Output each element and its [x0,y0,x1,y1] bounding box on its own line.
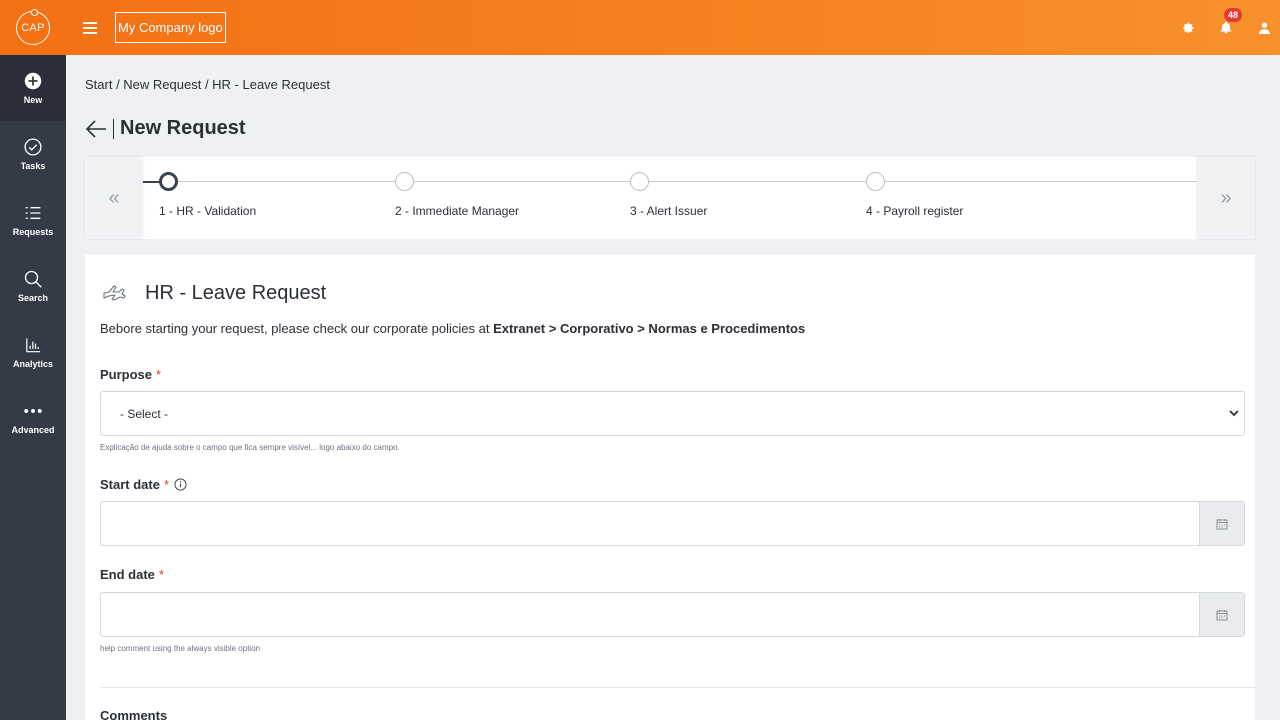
end-date-calendar-button[interactable] [1199,593,1244,636]
sidebar-item-label: Analytics [12,359,54,369]
stepper: « 1 - HR - Validation 2 - Immediate Mana… [85,157,1255,239]
brand-text: CAP [21,21,45,34]
purpose-select[interactable]: - Select - [100,391,1245,436]
list-icon [23,203,43,223]
info-icon[interactable] [174,478,187,491]
form-title: HR - Leave Request [145,281,327,304]
stepper-track [143,181,1197,182]
gear-icon[interactable] [1180,20,1196,36]
sidebar-item-label: Search [17,293,49,303]
end-date-field[interactable] [100,592,1245,637]
required-mark: * [156,367,162,382]
sidebar-item-search[interactable]: Search [0,253,66,319]
step-2[interactable]: 2 - Immediate Manager [395,172,519,218]
sidebar-item-label: Advanced [11,425,55,435]
sidebar-item-analytics[interactable]: Analytics [0,319,66,385]
main-content: Start / New Request / HR - Leave Request… [66,55,1280,720]
step-label: 1 - HR - Validation [159,204,257,218]
step-label: 4 - Payroll register [866,204,964,218]
comments-label-text: Comments [100,708,168,720]
brand-circle: CAP [16,8,50,45]
purpose-help: Explicação de ajuda sobre o campo que fi… [100,443,400,452]
sidebar-item-requests[interactable]: Requests [0,187,66,253]
step-1[interactable]: 1 - HR - Validation [159,172,256,218]
search-icon [23,269,43,289]
policy-text: Bebore starting your request, please che… [100,321,805,336]
user-icon[interactable] [1256,20,1272,36]
title-separator [113,118,114,139]
end-date-label-text: End date [100,567,155,582]
airplane-icon [101,279,129,307]
stepper-next-button[interactable]: » [1197,157,1255,239]
purpose-label: Purpose * [100,367,161,382]
sidebar-item-label: Tasks [20,161,46,171]
check-circle-icon [23,137,43,157]
step-3[interactable]: 3 - Alert Issuer [630,172,707,218]
stepper-prev-button[interactable]: « [85,157,143,239]
notification-badge: 48 [1224,7,1243,22]
menu-icon[interactable] [83,21,97,34]
calendar-icon [1216,518,1228,529]
breadcrumb[interactable]: Start / New Request / HR - Leave Request [85,77,330,92]
bell-icon[interactable]: 48 [1218,7,1243,36]
chevron-down-icon [1229,410,1239,417]
page-title: New Request [120,117,246,139]
step-dot [866,172,885,191]
start-date-label-text: Start date [100,477,160,492]
end-date-help: help comment using the always visible op… [100,644,261,653]
required-mark: * [163,477,170,492]
back-arrow-icon[interactable] [85,119,107,139]
comments-label: Comments [100,708,167,720]
more-dots-icon [23,401,43,421]
company-logo[interactable]: My Company logo [115,12,226,43]
purpose-selected-value: - Select - [120,406,169,421]
section-divider [100,687,1255,688]
sidebar-item-advanced[interactable]: Advanced [0,385,66,451]
sidebar-item-new[interactable]: New [0,55,66,121]
top-right-actions: 48 [1180,7,1280,36]
chart-icon [23,335,43,355]
end-date-label: End date * [100,567,164,582]
purpose-label-text: Purpose [100,367,153,382]
step-dot [395,172,414,191]
start-date-input[interactable] [101,502,1199,545]
start-date-label: Start date * [100,477,187,492]
step-label: 3 - Alert Issuer [630,204,708,218]
step-dot [159,172,178,191]
step-4[interactable]: 4 - Payroll register [866,172,963,218]
brand-logo[interactable]: CAP [0,0,66,55]
top-bar: CAP My Company logo 48 [0,0,1280,55]
sidebar-item-label: New [23,95,43,105]
title-row: New Request [85,117,246,140]
calendar-icon [1216,609,1228,620]
policy-path: Extranet > Corporativo > Normas e Proced… [493,321,806,336]
plus-circle-icon [23,71,43,91]
step-label: 2 - Immediate Manager [395,204,520,218]
start-date-calendar-button[interactable] [1199,502,1244,545]
sidebar: New Tasks Requests Search Analytics Adva… [0,55,66,720]
required-mark: * [158,567,164,582]
step-dot [630,172,649,191]
form-header: HR - Leave Request [101,279,326,307]
end-date-input[interactable] [101,593,1199,636]
start-date-field[interactable] [100,501,1245,546]
policy-prefix: Bebore starting your request, please che… [100,321,494,336]
sidebar-item-tasks[interactable]: Tasks [0,121,66,187]
sidebar-item-label: Requests [12,227,54,237]
form-card: HR - Leave Request Bebore starting your … [85,255,1255,720]
